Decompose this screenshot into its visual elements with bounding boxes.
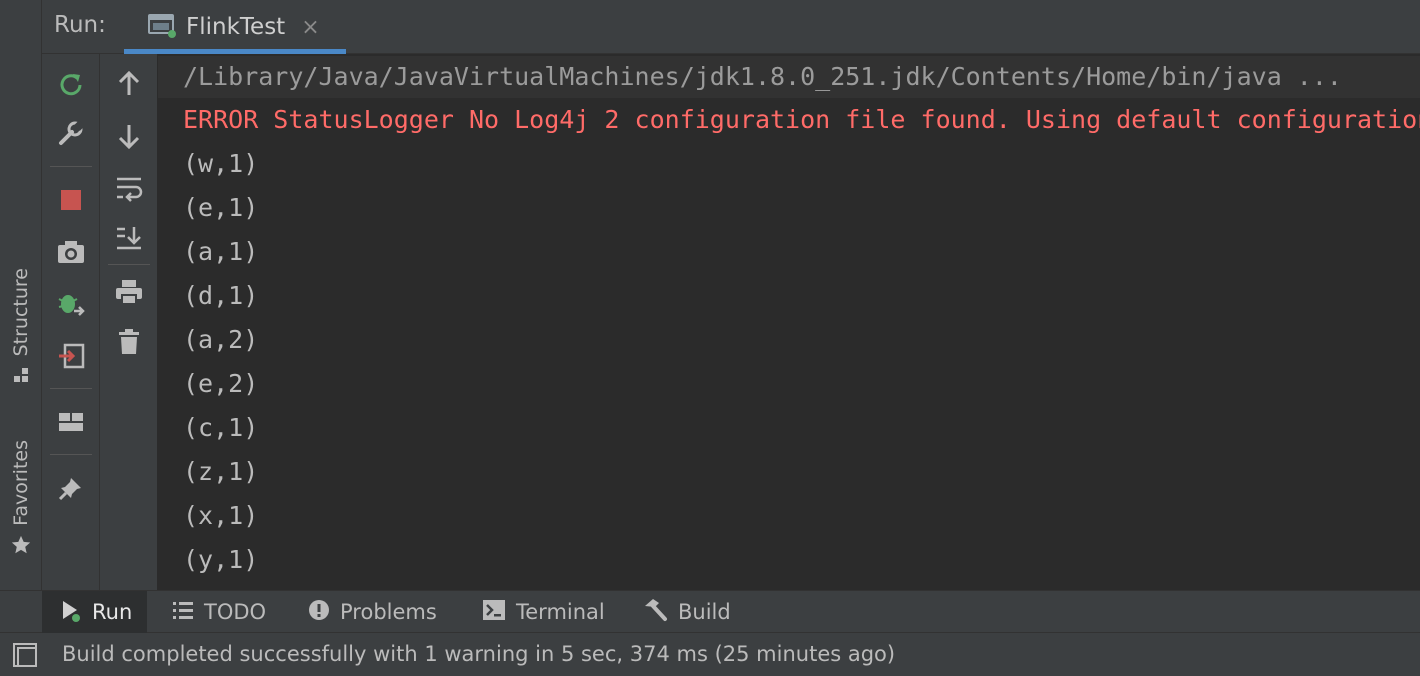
wrench-icon[interactable]: [55, 118, 87, 150]
run-label: Run:: [54, 12, 106, 38]
bottom-tab-todo[interactable]: TODO: [154, 591, 280, 633]
login-icon[interactable]: [55, 340, 87, 372]
close-icon[interactable]: ×: [301, 15, 319, 40]
console-line: (y,1): [183, 545, 259, 574]
scroll-to-end-icon[interactable]: [113, 222, 145, 254]
console-line: (x,1): [183, 501, 259, 530]
list-icon: [172, 600, 194, 625]
tab-title: FlinkTest: [186, 14, 286, 40]
console-line: (a,2): [183, 325, 259, 354]
command-line[interactable]: /Library/Java/JavaVirtualMachines/jdk1.8…: [158, 56, 1420, 98]
run-window-header: Run: FlinkTest ×: [42, 0, 1420, 54]
console-output[interactable]: /Library/Java/JavaVirtualMachines/jdk1.8…: [158, 54, 1420, 590]
console-line: (e,2): [183, 369, 259, 398]
structure-label: Structure: [10, 268, 32, 357]
tool-windows-toggle-icon[interactable]: [12, 642, 38, 668]
star-icon: [10, 534, 32, 556]
structure-icon: [10, 364, 32, 386]
rerun-icon[interactable]: [55, 68, 87, 100]
bottom-tab-run-label: Run: [92, 600, 133, 624]
bottom-tab-todo-label: TODO: [204, 600, 267, 624]
layout-icon[interactable]: [55, 406, 87, 438]
toolbar-separator: [50, 166, 92, 167]
toolbar-separator: [108, 264, 150, 265]
status-message[interactable]: Build completed successfully with 1 warn…: [62, 642, 895, 666]
arrow-up-icon[interactable]: [113, 68, 145, 100]
console-line: (z,1): [183, 457, 259, 486]
bottom-tab-build[interactable]: Build: [624, 591, 745, 633]
print-icon[interactable]: [113, 276, 145, 308]
run-toolbar-primary: [42, 54, 100, 590]
console-line: (w,1): [183, 149, 259, 178]
console-line: (a,1): [183, 237, 259, 266]
tab-flinktest[interactable]: FlinkTest ×: [124, 0, 346, 54]
run-config-icon: [148, 12, 176, 42]
run-toolbar-secondary: [100, 54, 158, 590]
pin-icon[interactable]: [55, 472, 87, 504]
bottom-tab-problems-label: Problems: [340, 600, 437, 624]
terminal-icon: [482, 599, 506, 626]
bottom-tab-build-label: Build: [678, 600, 731, 624]
hammer-icon: [642, 597, 668, 628]
bottom-tab-problems[interactable]: Problems: [290, 591, 451, 633]
favorites-side-tab[interactable]: Favorites: [0, 440, 42, 556]
arrow-down-icon[interactable]: [113, 120, 145, 152]
error-line: ERROR StatusLogger No Log4j 2 configurat…: [183, 105, 1420, 134]
soft-wrap-icon[interactable]: [113, 172, 145, 204]
favorites-label: Favorites: [10, 440, 32, 526]
structure-side-tab[interactable]: Structure: [0, 268, 42, 386]
bottom-tab-run[interactable]: Run: [42, 591, 147, 633]
bottom-tab-terminal-label: Terminal: [516, 600, 605, 624]
console-line: (d,1): [183, 281, 259, 310]
left-tool-strip: Structure Favorites: [0, 0, 42, 590]
trash-icon[interactable]: [113, 326, 145, 358]
toolbar-separator: [50, 454, 92, 455]
tool-window-bar: Run TODO Problems Terminal Build: [0, 590, 1420, 633]
toolbar-separator: [50, 388, 92, 389]
console-line: (c,1): [183, 413, 259, 442]
debug-export-icon[interactable]: [55, 288, 87, 320]
status-bar: Build completed successfully with 1 warn…: [0, 633, 1420, 676]
camera-icon[interactable]: [55, 236, 87, 268]
bottom-tab-terminal[interactable]: Terminal: [464, 591, 619, 633]
play-icon: [60, 598, 82, 627]
warning-circle-icon: [308, 599, 330, 626]
stop-icon[interactable]: [55, 184, 87, 216]
console-line: (e,1): [183, 193, 259, 222]
